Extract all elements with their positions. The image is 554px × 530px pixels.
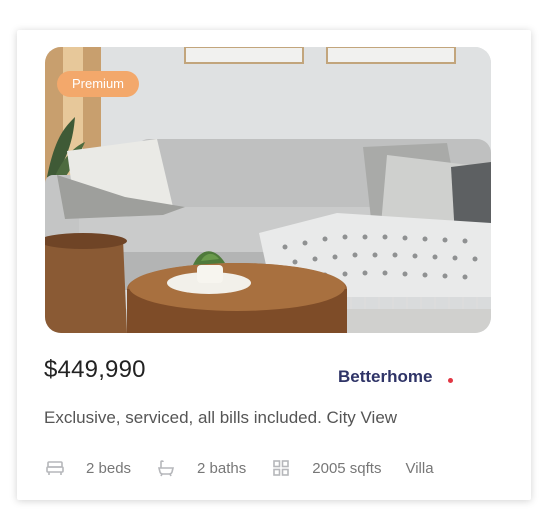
listing-description: Exclusive, serviced, all bills included.… xyxy=(44,408,398,427)
bath-icon xyxy=(155,457,177,479)
agency-logo-dot xyxy=(448,378,453,383)
bed-icon xyxy=(44,457,66,479)
baths-label: 2 baths xyxy=(197,459,247,477)
listing-price: $449,990 xyxy=(44,356,146,383)
listing-card[interactable]: Premium $449,990 Betterhome Exclusive, s… xyxy=(17,30,531,500)
listing-photo[interactable]: Premium xyxy=(45,47,491,333)
listing-features: 2 beds 2 baths 2005 sqfts Villa xyxy=(44,457,434,479)
property-type-label: Villa xyxy=(405,459,434,477)
agency-logo-text[interactable]: Betterhome xyxy=(338,367,432,387)
area-label: 2005 sqfts xyxy=(312,459,382,477)
feature-beds: 2 beds xyxy=(44,457,131,479)
area-icon xyxy=(270,457,292,479)
beds-label: 2 beds xyxy=(86,459,132,477)
feature-area: 2005 sqfts xyxy=(270,457,381,479)
feature-type: Villa xyxy=(405,460,433,477)
feature-baths: 2 baths xyxy=(155,457,246,479)
premium-badge: Premium xyxy=(57,71,140,97)
